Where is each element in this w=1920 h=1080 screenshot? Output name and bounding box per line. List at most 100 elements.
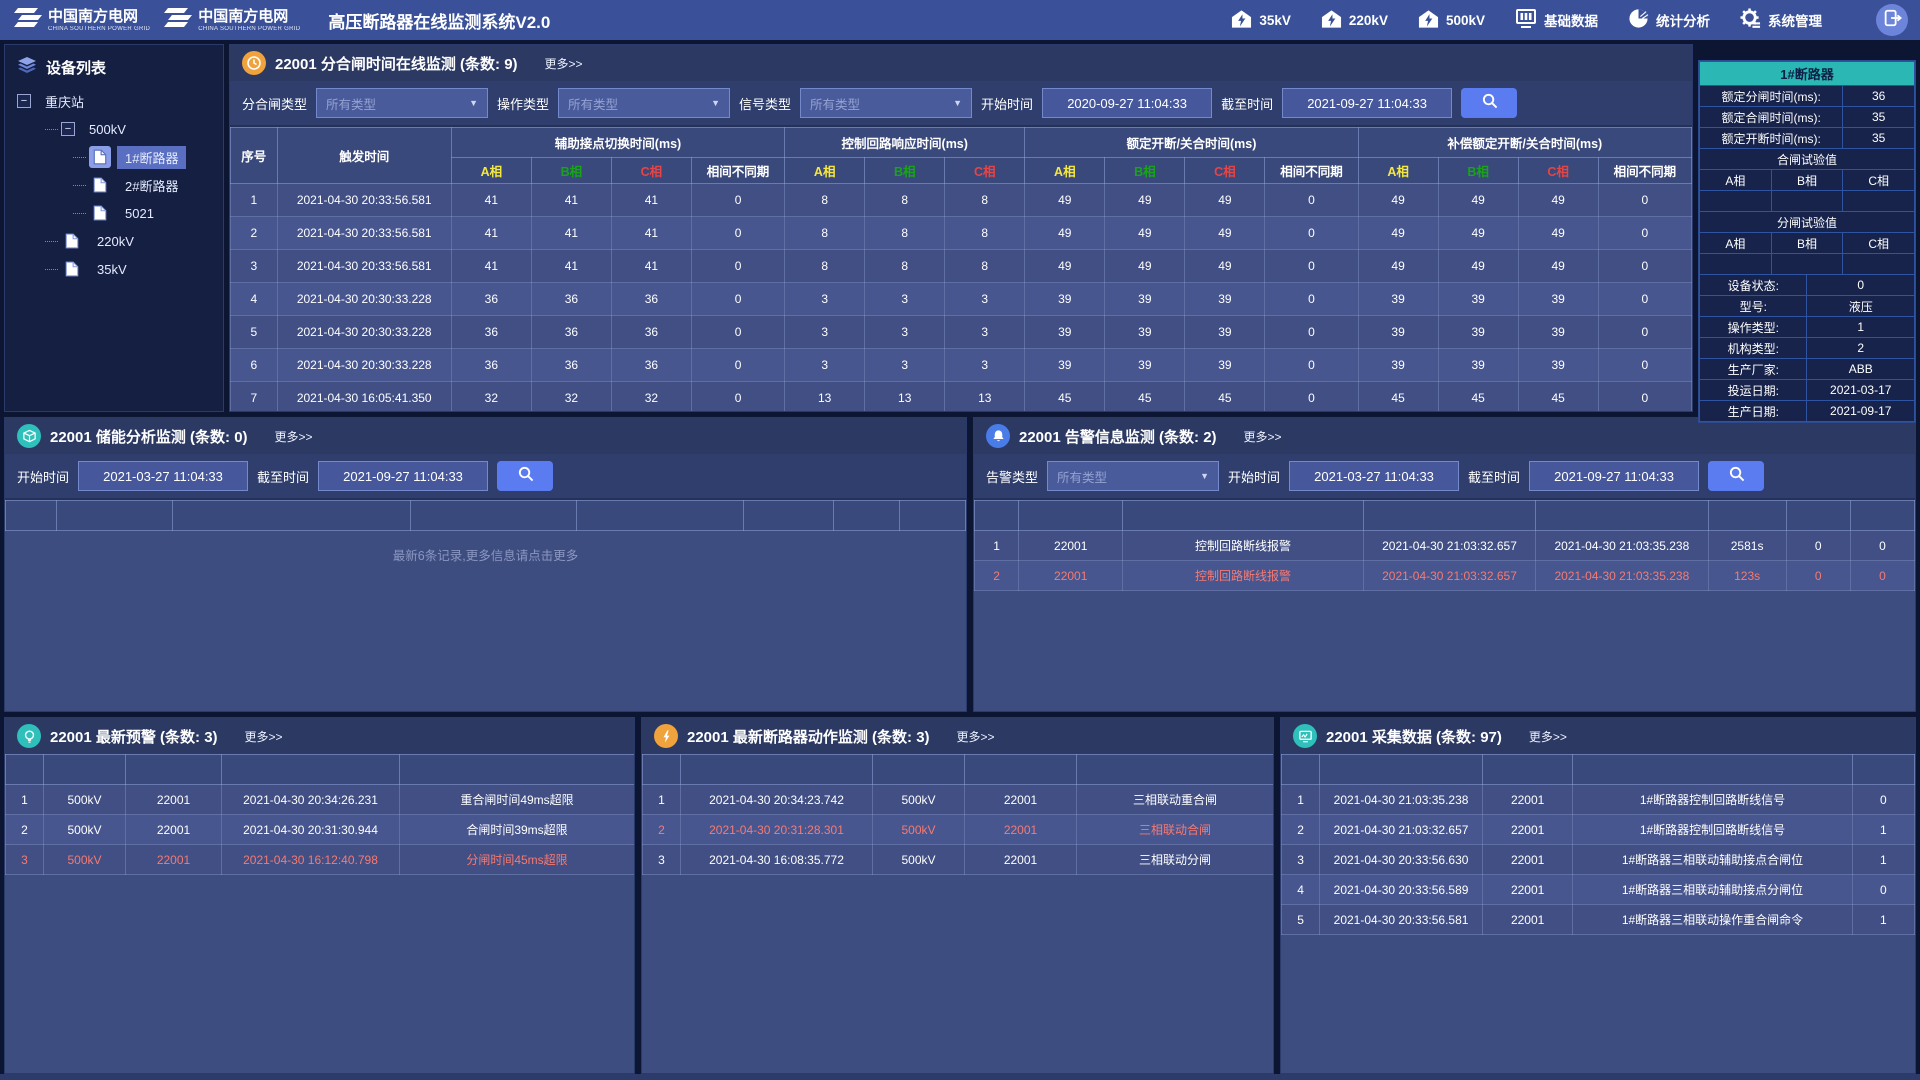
cell: 13 [785, 382, 865, 413]
table-row[interactable]: 1 2021-04-30 21:03:35.238 22001 1#断路器控制回… [1282, 785, 1915, 815]
table-row[interactable]: 3 2021-04-30 20:33:56.581 41 41 41 0 8 8… [231, 250, 1692, 283]
column-header [6, 501, 57, 531]
search-button[interactable] [1461, 88, 1517, 118]
start-time-input[interactable]: 2021-03-27 11:04:33 [1289, 461, 1459, 491]
table-row[interactable]: 1 22001 控制回路断线报警 2021-04-30 21:03:32.657… [975, 531, 1915, 561]
tree-node-station[interactable]: − 重庆站 [5, 87, 223, 115]
search-button[interactable] [497, 461, 553, 491]
table-row[interactable]: 2 500kV 22001 2021-04-30 20:31:30.944 合闸… [6, 815, 635, 845]
latest-warning-panel: 22001 最新预警 (条数: 3) 更多>> 1 500kV 22001 [4, 717, 635, 1074]
table-row[interactable]: 3 500kV 22001 2021-04-30 16:12:40.798 分闸… [6, 845, 635, 875]
warning-table: 1 500kV 22001 2021-04-30 20:34:26.231 重合… [5, 754, 635, 875]
table-row[interactable]: 7 2021-04-30 16:05:41.350 32 32 32 0 13 … [231, 382, 1692, 413]
action-table: 1 2021-04-30 20:34:23.742 500kV 22001 三相… [642, 754, 1274, 875]
cell: 13 [865, 382, 945, 413]
cell: 8 [945, 217, 1025, 250]
phase-value [1843, 254, 1915, 275]
table-row[interactable]: 5 2021-04-30 20:33:56.581 22001 1#断路器三相联… [1282, 905, 1915, 935]
alarm-type-select[interactable]: 所有类型▼ [1047, 461, 1219, 491]
cell: 1 [1852, 845, 1914, 875]
cell: 2021-04-30 20:30:33.228 [277, 316, 451, 349]
operation-type-select[interactable]: 所有类型▼ [558, 88, 730, 118]
start-time-input[interactable]: 2021-03-27 11:04:33 [78, 461, 248, 491]
cell: 36 [531, 316, 611, 349]
cell: 500kV [44, 815, 126, 845]
cell: 49 [1358, 184, 1438, 217]
cell: 2021-04-30 20:33:56.581 [277, 217, 451, 250]
nav-item-35kv[interactable]: 35kV [1231, 9, 1291, 32]
column-header [57, 501, 172, 531]
nav-item-500kv[interactable]: 500kV [1418, 9, 1485, 32]
table-row[interactable]: 5 2021-04-30 20:30:33.228 36 36 36 0 3 3… [231, 316, 1692, 349]
nav-item-220kv[interactable]: 220kV [1321, 9, 1388, 32]
nav-item-statistics[interactable]: 统计分析 [1628, 8, 1710, 32]
cell: 1#断路器控制回路断线信号 [1573, 815, 1852, 845]
cell: 39 [1358, 283, 1438, 316]
column-header [577, 501, 744, 531]
column-header [975, 501, 1019, 531]
cell: 8 [865, 184, 945, 217]
tree-node-breaker2[interactable]: 2#断路器 [5, 171, 223, 199]
nav-item-system-admin[interactable]: 系统管理 [1740, 8, 1822, 32]
more-link[interactable]: 更多>> [245, 728, 283, 745]
table-row[interactable]: 4 2021-04-30 20:30:33.228 36 36 36 0 3 3… [231, 283, 1692, 316]
tree-node-breaker1-selected[interactable]: 1#断路器 [5, 143, 223, 171]
cell: 0 [1598, 184, 1691, 217]
cell: 41 [611, 217, 691, 250]
more-link[interactable]: 更多>> [957, 728, 995, 745]
end-time-input[interactable]: 2021-09-27 11:04:33 [318, 461, 488, 491]
nav-item-basic-data[interactable]: 基础数据 [1515, 8, 1598, 32]
cell: 49 [1438, 184, 1518, 217]
table-row[interactable]: 3 2021-04-30 20:33:56.630 22001 1#断路器三相联… [1282, 845, 1915, 875]
tree-node-220kv[interactable]: 220kV [5, 227, 223, 255]
table-row[interactable]: 3 2021-04-30 16:08:35.772 500kV 22001 三相… [643, 845, 1274, 875]
table-row[interactable]: 2 22001 控制回路断线报警 2021-04-30 21:03:32.657… [975, 561, 1915, 591]
cell: 0 [691, 217, 784, 250]
tree-node-500kv[interactable]: − 500kV [5, 115, 223, 143]
signal-type-select[interactable]: 所有类型▼ [800, 88, 972, 118]
search-button[interactable] [1708, 461, 1764, 491]
info-value: 2 [1807, 338, 1915, 359]
table-row[interactable]: 2 2021-04-30 20:31:28.301 500kV 22001 三相… [643, 815, 1274, 845]
cell: 2 [6, 815, 44, 845]
logout-icon [1882, 8, 1902, 33]
page-title: 高压断路器在线监测系统V2.0 [328, 8, 550, 33]
more-link[interactable]: 更多>> [545, 55, 583, 72]
end-time-input[interactable]: 2021-09-27 11:04:33 [1529, 461, 1699, 491]
bulb-icon [17, 724, 41, 748]
more-link[interactable]: 更多>> [1529, 728, 1567, 745]
column-header: 序号 [231, 128, 278, 184]
more-link[interactable]: 更多>> [1244, 428, 1282, 445]
column-header [6, 755, 44, 785]
table-row[interactable]: 2 2021-04-30 20:33:56.581 41 41 41 0 8 8… [231, 217, 1692, 250]
column-header: 相间不同期 [691, 158, 784, 184]
cell: 22001 [965, 845, 1077, 875]
table-row[interactable]: 1 500kV 22001 2021-04-30 20:34:26.231 重合… [6, 785, 635, 815]
tree-node-35kv[interactable]: 35kV [5, 255, 223, 283]
cell: 8 [785, 217, 865, 250]
cell: 500kV [873, 785, 965, 815]
more-link[interactable]: 更多>> [275, 428, 313, 445]
collapse-icon[interactable]: − [17, 94, 31, 108]
device-tree: − 重庆站 − 500kV 1#断路器 [5, 87, 223, 283]
start-time-input[interactable]: 2020-09-27 11:04:33 [1042, 88, 1212, 118]
section-header: 分闸试验值 [1700, 212, 1915, 233]
cell: 2021-04-30 20:33:56.581 [277, 184, 451, 217]
table-row[interactable]: 1 2021-04-30 20:34:23.742 500kV 22001 三相… [643, 785, 1274, 815]
tree-node-5021[interactable]: 5021 [5, 199, 223, 227]
end-time-input[interactable]: 2021-09-27 11:04:33 [1282, 88, 1452, 118]
logout-button[interactable] [1876, 4, 1908, 36]
column-header: 相间不同期 [1598, 158, 1691, 184]
table-row[interactable]: 4 2021-04-30 20:33:56.589 22001 1#断路器三相联… [1282, 875, 1915, 905]
table-row[interactable]: 6 2021-04-30 20:30:33.228 36 36 36 0 3 3… [231, 349, 1692, 382]
switch-type-select[interactable]: 所有类型▼ [316, 88, 488, 118]
column-header: 触发时间 [277, 128, 451, 184]
breaker-info-panel: 1#断路器 额定分闸时间(ms):36 额定合闸时间(ms):35 额定开断时间… [1698, 60, 1916, 423]
cell: 1 [975, 531, 1019, 561]
cell: 39 [1105, 349, 1185, 382]
bar-chart-icon [1515, 8, 1537, 32]
table-row[interactable]: 2 2021-04-30 21:03:32.657 22001 1#断路器控制回… [1282, 815, 1915, 845]
cell: 2021-04-30 20:31:28.301 [681, 815, 873, 845]
collapse-icon[interactable]: − [61, 122, 75, 136]
table-row[interactable]: 1 2021-04-30 20:33:56.581 41 41 41 0 8 8… [231, 184, 1692, 217]
